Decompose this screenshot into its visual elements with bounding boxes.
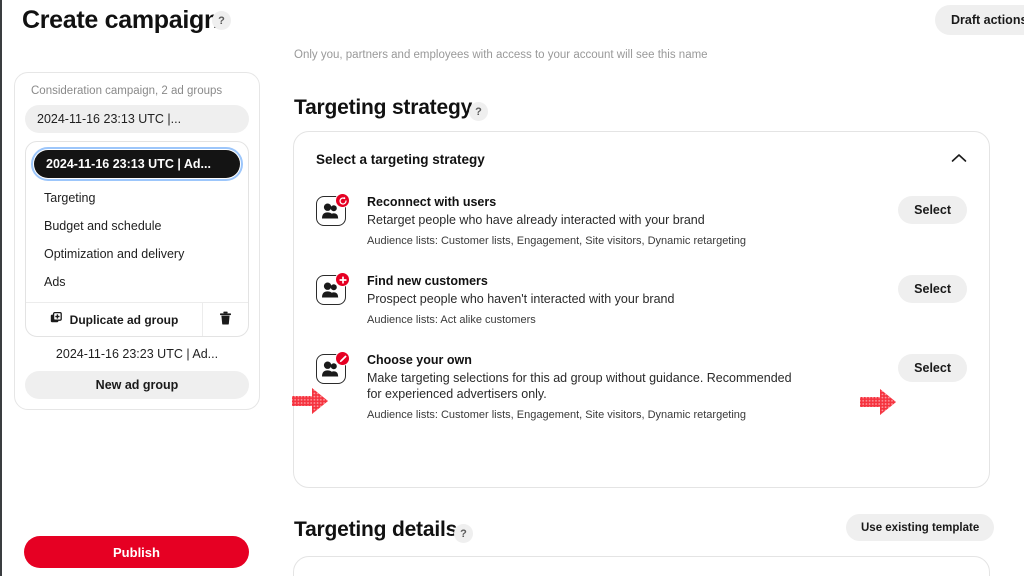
use-existing-template-button[interactable]: Use existing template [846,514,995,541]
ad-group-sub-nav: Targeting Budget and schedule Optimizati… [26,180,248,302]
targeting-details-heading: Targeting details [294,518,458,541]
ad-group-card: 2024-11-16 23:13 UTC | Ad... Targeting B… [25,141,249,337]
chevron-up-icon[interactable] [951,150,967,168]
select-reconnect-button[interactable]: Select [898,196,967,224]
window-left-edge [0,0,2,576]
duplicate-ad-group-label: Duplicate ad group [69,312,179,327]
sidebar-item-budget-and-schedule[interactable]: Budget and schedule [26,212,248,240]
strategy-option-find-new-customers[interactable]: Find new customers Prospect people who h… [294,261,989,340]
strategy-option-find-new-customers-text: Find new customers Prospect people who h… [349,273,898,328]
strategy-option-reconnect-text: Reconnect with users Retarget people who… [349,194,898,249]
option-description: Retarget people who have already interac… [367,213,705,227]
targeting-details-help-icon[interactable]: ? [454,524,473,543]
people-custom-icon [316,351,350,387]
option-audience-lists: Audience lists: Customer lists, Engageme… [367,235,747,247]
targeting-strategy-help-icon[interactable]: ? [469,102,488,121]
draft-actions-button[interactable]: Draft actions [935,5,1024,35]
option-title: Reconnect with users [367,195,497,209]
page-title: Create campaign [22,6,219,34]
campaign-sidebar: Consideration campaign, 2 ad groups 2024… [2,44,268,576]
refresh-badge-icon [335,193,350,208]
plus-badge-icon [335,272,350,287]
sidebar-item-optimization-and-delivery[interactable]: Optimization and delivery [26,240,248,268]
duplicate-icon [50,311,62,327]
campaign-summary-label: Consideration campaign, 2 ad groups [31,85,223,97]
page-header: Create campaign ? Draft actions [0,0,1024,44]
people-prospect-icon [316,272,350,308]
strategy-card-header-label: Select a targeting strategy [316,151,485,167]
option-audience-lists: Audience lists: Act alike customers [367,314,536,326]
campaign-name-pill[interactable]: 2024-11-16 23:13 UTC |... [25,105,249,133]
strategy-option-reconnect[interactable]: Reconnect with users Retarget people who… [294,182,989,261]
targeting-strategy-card: Select a targeting strategy Reconnect wi… [293,131,990,488]
delete-ad-group-button[interactable] [202,303,248,336]
strategy-option-choose-your-own-text: Choose your own Make targeting selection… [349,352,898,423]
sidebar-item-ads[interactable]: Ads [26,268,248,296]
option-description: Make targeting selections for this ad gr… [367,371,792,401]
option-audience-lists: Audience lists: Customer lists, Engageme… [367,409,747,421]
page-title-help-icon[interactable]: ? [212,11,231,30]
pencil-badge-icon [335,351,350,366]
strategy-card-header[interactable]: Select a targeting strategy [294,132,989,174]
campaign-nav-card: Consideration campaign, 2 ad groups 2024… [14,72,260,410]
select-choose-your-own-button[interactable]: Select [898,354,967,382]
ad-group-footer: Duplicate ad group [26,302,248,336]
targeting-strategy-heading: Targeting strategy [294,96,473,119]
strategy-option-choose-your-own[interactable]: Choose your own Make targeting selection… [294,340,989,435]
option-description: Prospect people who haven't interacted w… [367,292,675,306]
campaign-name-note: Only you, partners and employees with ac… [294,49,708,61]
trash-icon [219,311,232,328]
new-ad-group-button[interactable]: New ad group [25,371,249,399]
main-content: Only you, partners and employees with ac… [268,44,1024,576]
strategy-option-list: Reconnect with users Retarget people who… [294,174,989,435]
targeting-details-card [293,556,990,576]
publish-button[interactable]: Publish [24,536,249,568]
people-retarget-icon [316,193,350,229]
sidebar-item-targeting[interactable]: Targeting [26,184,248,212]
second-ad-group-item[interactable]: 2024-11-16 23:23 UTC | Ad... [25,337,249,371]
ad-group-pill-wrapper: 2024-11-16 23:13 UTC | Ad... [26,142,248,181]
option-title: Find new customers [367,274,488,288]
select-find-new-customers-button[interactable]: Select [898,275,967,303]
option-title: Choose your own [367,353,472,367]
duplicate-ad-group-button[interactable]: Duplicate ad group [26,303,202,336]
selected-ad-group-pill[interactable]: 2024-11-16 23:13 UTC | Ad... [31,147,243,181]
